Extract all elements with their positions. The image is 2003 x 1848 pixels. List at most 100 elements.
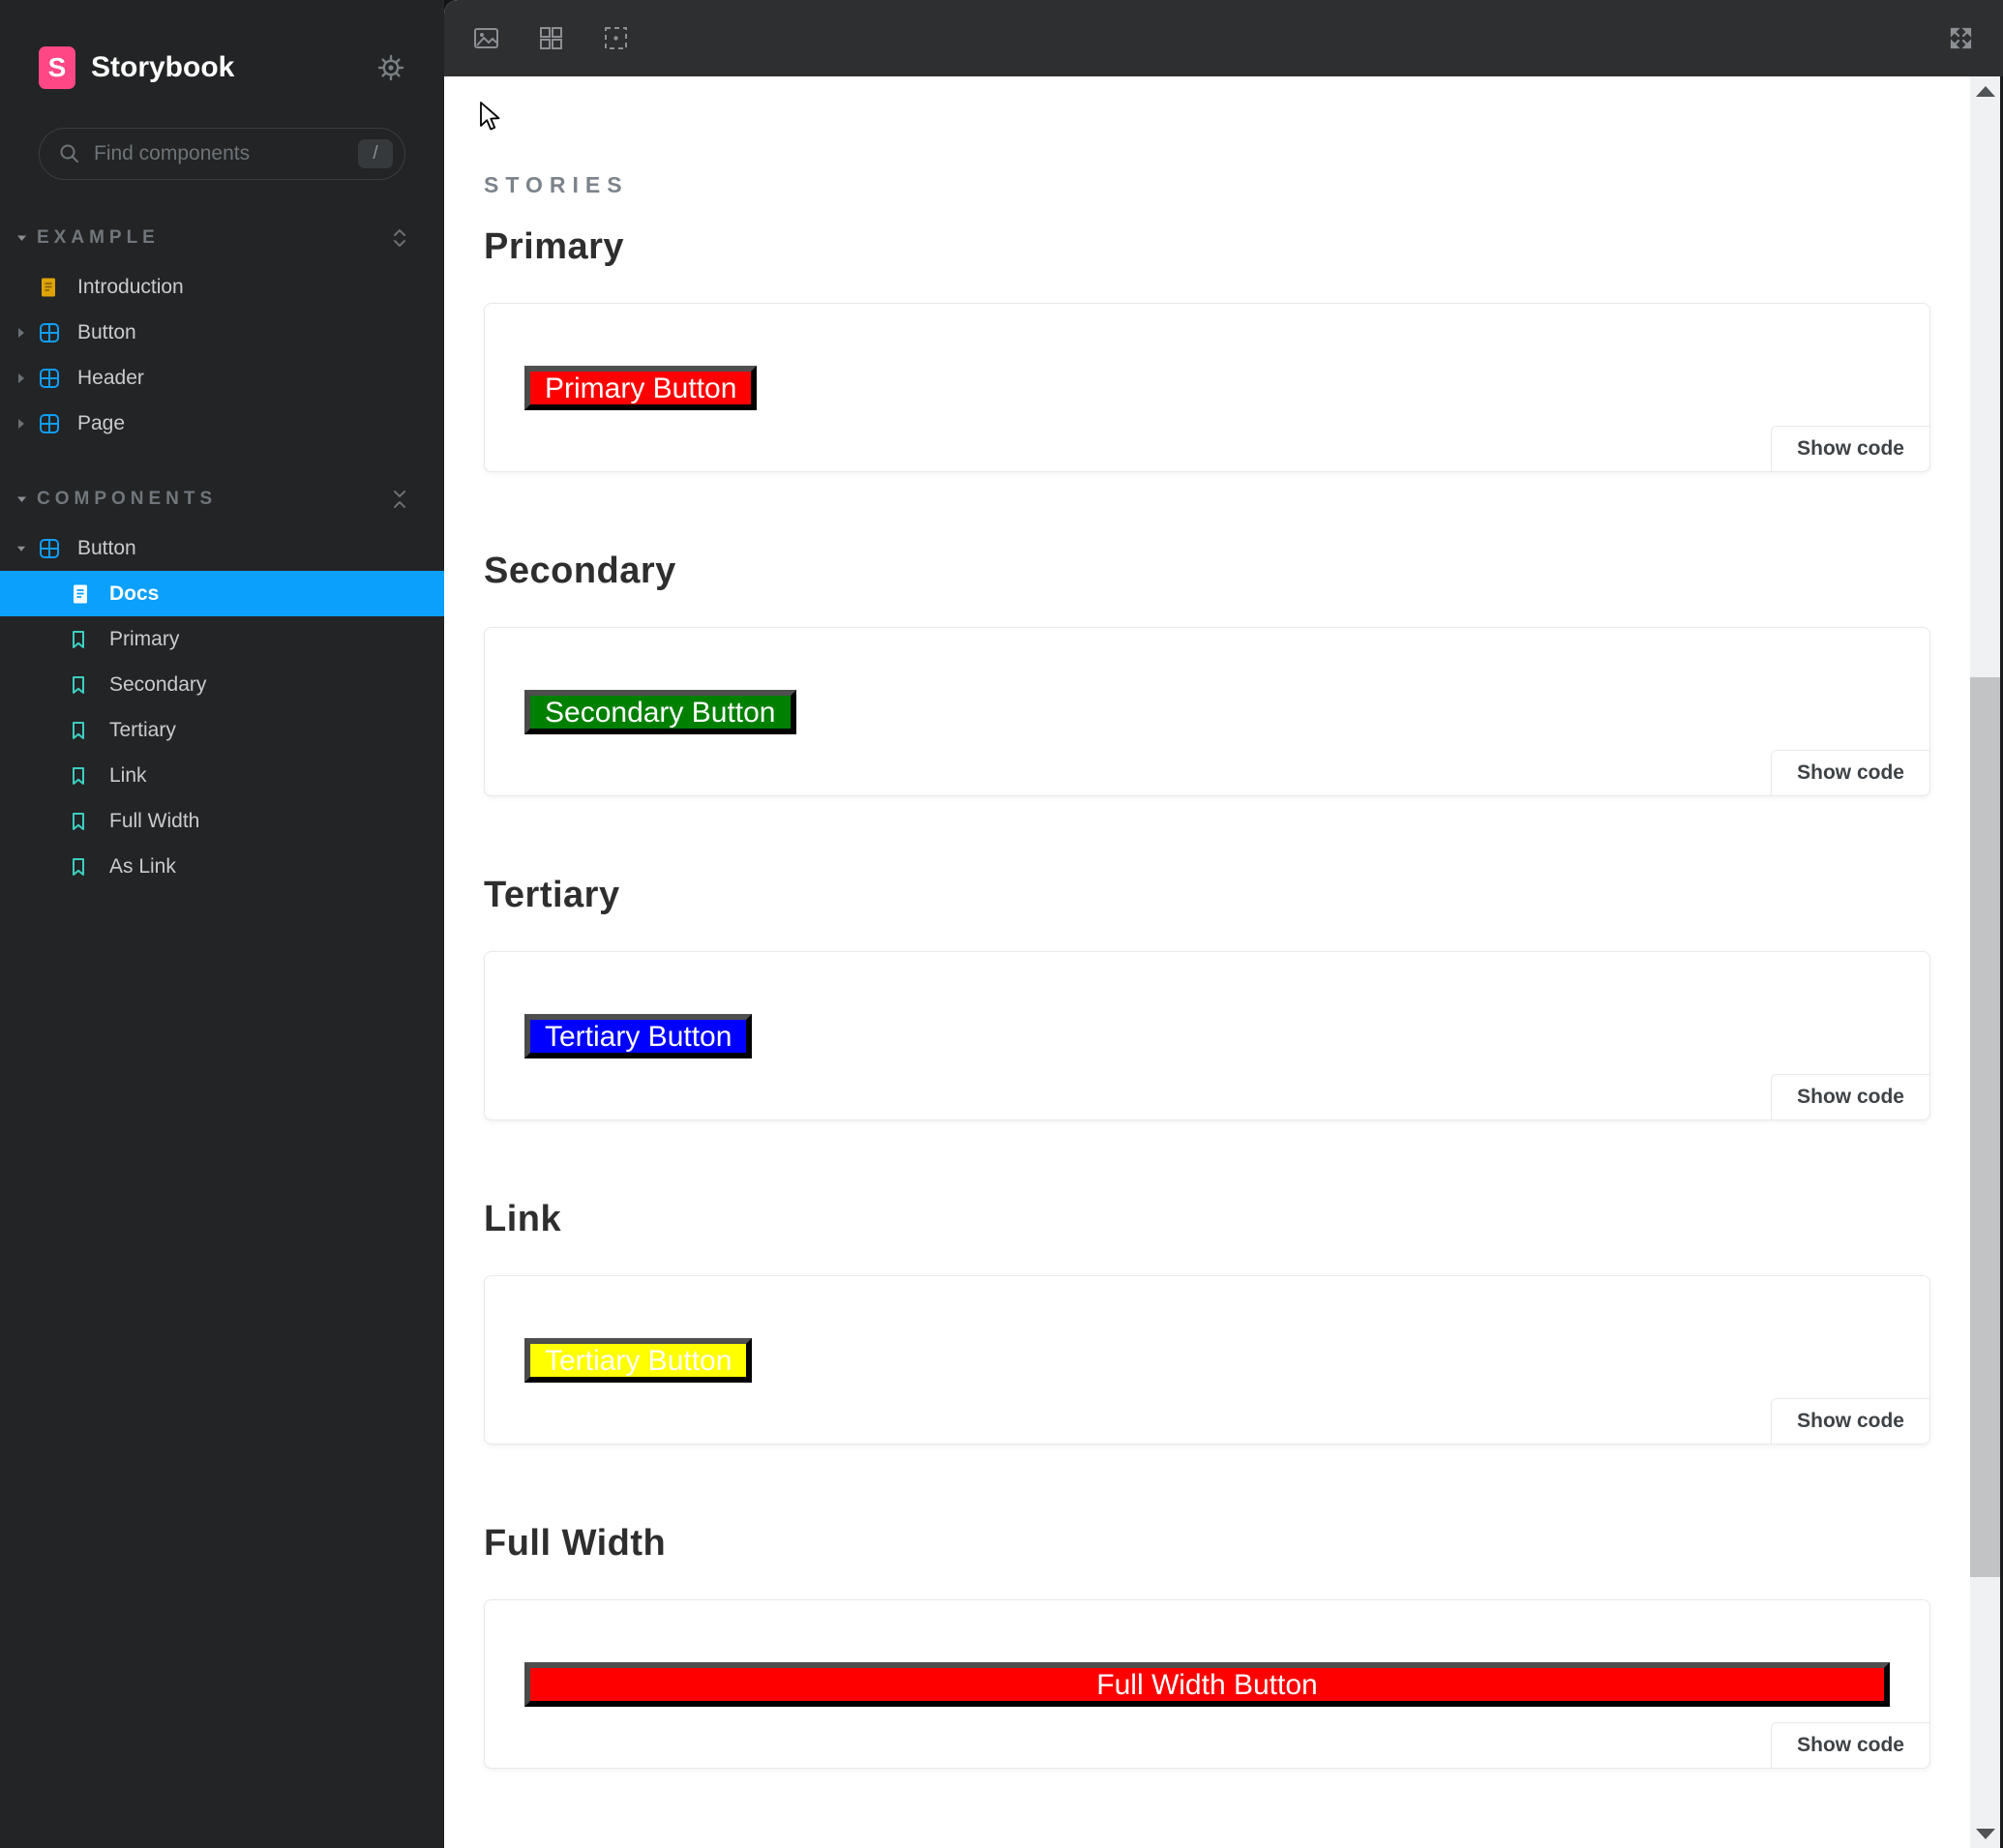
component-icon (39, 368, 60, 389)
stories-eyebrow: STORIES (484, 172, 1930, 198)
scroll-up-icon[interactable] (1970, 76, 2000, 105)
story-sections: Primary Primary Button Show code Seconda… (484, 225, 1930, 1769)
bookmark-icon (71, 674, 92, 696)
component-icon (39, 413, 60, 434)
sidebar-item-docs[interactable]: Docs (0, 571, 444, 616)
demo-button-full-width[interactable]: Full Width Button (524, 1662, 1890, 1707)
sidebar-item-label: Docs (109, 582, 159, 606)
chevron-down-icon (15, 493, 29, 505)
sidebar-item-button[interactable]: Button (0, 310, 444, 355)
bookmark-icon (71, 629, 92, 650)
story-title: Full Width (484, 1522, 1930, 1565)
collapse-icon[interactable] (390, 489, 409, 510)
sidebar-item-label: Button (77, 537, 136, 560)
sidebar-section-header[interactable]: EXAMPLE (0, 224, 444, 253)
sidebar-item-label: Link (109, 764, 147, 788)
sidebar-section: EXAMPLE Introduction Button Header Page (0, 224, 444, 446)
story-section: Tertiary Tertiary Button Show code (484, 874, 1930, 1120)
sidebar-item-as-link[interactable]: As Link (0, 844, 444, 889)
show-code-button[interactable]: Show code (1771, 1074, 1929, 1119)
main-area: STORIES Primary Primary Button Show code… (444, 0, 2003, 1848)
sidebar-item-label: As Link (109, 855, 176, 879)
canvas-toolbar (444, 0, 2003, 76)
sidebar-item-label: Primary (109, 628, 179, 651)
story-title: Tertiary (484, 874, 1930, 916)
sidebar-item-label: Page (77, 412, 125, 435)
component-tree: EXAMPLE Introduction Button Header Page … (0, 224, 444, 889)
canvas-panel: STORIES Primary Primary Button Show code… (444, 0, 2003, 1848)
sidebar-item-page[interactable]: Page (0, 401, 444, 446)
story-section: Secondary Secondary Button Show code (484, 550, 1930, 796)
sidebar-item-secondary[interactable]: Secondary (0, 662, 444, 707)
story-preview-block: Primary Button Show code (484, 303, 1930, 472)
story-preview-block: Full Width Button Show code (484, 1599, 1930, 1769)
show-code-button[interactable]: Show code (1771, 750, 1929, 795)
sidebar-item-label: Button (77, 321, 136, 344)
chevron-right-icon[interactable] (15, 326, 27, 340)
story-title: Secondary (484, 550, 1930, 592)
bookmark-icon (71, 811, 92, 832)
image-tool-icon[interactable] (473, 25, 499, 51)
sidebar-section-label: COMPONENTS (37, 489, 390, 510)
outline-tool-icon[interactable] (603, 25, 629, 51)
demo-button-link[interactable]: Tertiary Button (524, 1338, 752, 1383)
sidebar-item-label: Header (77, 367, 144, 390)
sidebar-item-header[interactable]: Header (0, 355, 444, 401)
sidebar-item-label: Secondary (109, 673, 206, 697)
story-title: Link (484, 1198, 1930, 1240)
doc-white-icon (71, 583, 92, 605)
search-shortcut-key: / (358, 139, 393, 168)
app-title: Storybook (91, 51, 376, 84)
scrollbar[interactable] (1970, 76, 2000, 1848)
chevron-down-icon[interactable] (15, 543, 27, 554)
search-box[interactable]: / (39, 128, 405, 180)
storybook-logo: S (39, 46, 75, 89)
sidebar-item-label: Tertiary (109, 719, 176, 742)
storybook-app: S Storybook (0, 0, 2003, 1848)
show-code-button[interactable]: Show code (1771, 1722, 1929, 1768)
sidebar-item-primary[interactable]: Primary (0, 616, 444, 662)
chevron-right-icon[interactable] (15, 417, 27, 431)
story-section: Link Tertiary Button Show code (484, 1198, 1930, 1445)
story-section: Full Width Full Width Button Show code (484, 1522, 1930, 1769)
story-section: Primary Primary Button Show code (484, 225, 1930, 472)
story-preview-block: Secondary Button Show code (484, 627, 1930, 796)
show-code-button[interactable]: Show code (1771, 1398, 1929, 1444)
doc-icon (39, 277, 60, 298)
bookmark-icon (71, 856, 92, 878)
demo-button-primary[interactable]: Primary Button (524, 366, 757, 410)
search-input[interactable] (80, 142, 358, 165)
sidebar-section: COMPONENTS Button Docs Primary Secondary… (0, 485, 444, 889)
sidebar-header: S Storybook (0, 0, 444, 89)
demo-button-tertiary[interactable]: Tertiary Button (524, 1014, 752, 1058)
scrollbar-thumb[interactable] (1970, 677, 2000, 1577)
demo-button-secondary[interactable]: Secondary Button (524, 690, 796, 734)
search-icon (59, 143, 80, 164)
scroll-down-icon[interactable] (1970, 1819, 2000, 1848)
bookmark-icon (71, 720, 92, 741)
component-icon (39, 538, 60, 559)
sidebar-item-label: Full Width (109, 810, 199, 833)
docs-canvas: STORIES Primary Primary Button Show code… (444, 76, 1970, 1848)
sidebar-section-label: EXAMPLE (37, 227, 390, 249)
sidebar: S Storybook (0, 0, 444, 1848)
fullscreen-icon[interactable] (1948, 25, 1974, 51)
sidebar-item-tertiary[interactable]: Tertiary (0, 707, 444, 753)
component-icon (39, 322, 60, 343)
sidebar-item-button[interactable]: Button (0, 525, 444, 571)
chevron-right-icon[interactable] (15, 372, 27, 385)
expand-toggle-icon[interactable] (390, 227, 409, 249)
grid-tool-icon[interactable] (538, 25, 564, 51)
sidebar-item-label: Introduction (77, 276, 184, 299)
sidebar-item-full-width[interactable]: Full Width (0, 798, 444, 844)
bookmark-icon (71, 765, 92, 787)
sidebar-item-link[interactable]: Link (0, 753, 444, 798)
sidebar-item-introduction[interactable]: Introduction (0, 264, 444, 310)
story-title: Primary (484, 225, 1930, 268)
show-code-button[interactable]: Show code (1771, 426, 1929, 471)
story-preview-block: Tertiary Button Show code (484, 1275, 1930, 1445)
sidebar-section-header[interactable]: COMPONENTS (0, 485, 444, 514)
chevron-down-icon (15, 232, 29, 244)
gear-icon[interactable] (376, 53, 405, 82)
story-preview-block: Tertiary Button Show code (484, 951, 1930, 1120)
